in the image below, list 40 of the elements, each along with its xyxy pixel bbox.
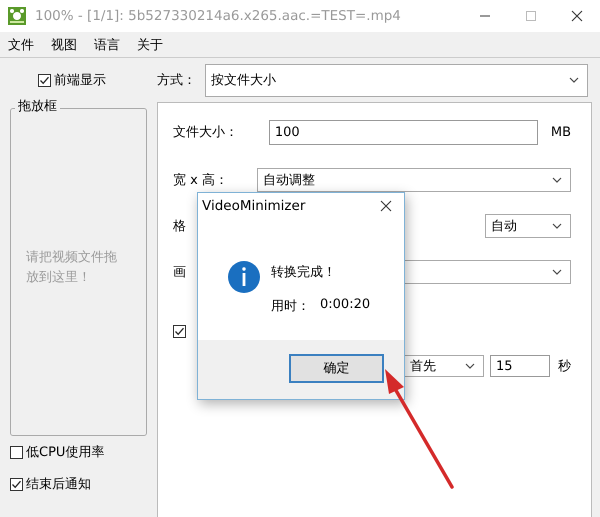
checkbox[interactable] bbox=[173, 324, 186, 338]
unit-label: 秒 bbox=[558, 358, 571, 375]
dropdown[interactable]: 自动 bbox=[485, 214, 571, 238]
close-icon[interactable] bbox=[571, 10, 583, 22]
menu-item[interactable]: 语言 bbox=[88, 36, 126, 54]
chevron-down-icon bbox=[552, 269, 562, 275]
checkbox[interactable] bbox=[10, 478, 23, 490]
checkbox[interactable] bbox=[10, 446, 23, 458]
time-label: 用时： bbox=[271, 298, 310, 315]
dropdown[interactable]: 首先 bbox=[404, 355, 484, 377]
input-field[interactable]: 100 bbox=[268, 120, 538, 144]
unit-label: MB bbox=[550, 124, 571, 140]
ok-button[interactable]: 确定 bbox=[289, 354, 384, 382]
close-icon[interactable] bbox=[380, 200, 392, 212]
dialog-message: 转换完成！ bbox=[271, 264, 337, 281]
field-label: 画 bbox=[173, 264, 186, 281]
menu-item[interactable]: 文件 bbox=[2, 36, 40, 54]
drop-hint: 请把视频文件拖放到这里！ bbox=[26, 249, 118, 287]
field-label: 方式： bbox=[157, 72, 197, 89]
dropdown[interactable]: 自动调整 bbox=[257, 168, 571, 192]
dropdown[interactable]: 按文件大小 bbox=[205, 64, 588, 96]
field-label: 宽 x 高： bbox=[173, 172, 228, 189]
chevron-down-icon bbox=[569, 77, 579, 83]
window-title: 100% - [1/1]: 5b527330214a6.x265.aac.=TEST=.mp4 bbox=[35, 8, 402, 24]
menu-item[interactable]: 关于 bbox=[131, 36, 169, 54]
checkbox-label: 低CPU使用率 bbox=[26, 444, 104, 461]
info-icon bbox=[228, 261, 260, 293]
field-label: 格 bbox=[173, 218, 186, 235]
checkbox-label: 结束后通知 bbox=[26, 476, 91, 493]
chevron-down-icon bbox=[552, 177, 562, 183]
menu-item[interactable]: 视图 bbox=[45, 36, 83, 54]
field-label: 文件大小： bbox=[173, 124, 238, 141]
chevron-down-icon bbox=[465, 363, 475, 369]
checkbox-label: 前端显示 bbox=[54, 72, 106, 89]
app-icon bbox=[8, 7, 26, 25]
time-value: 0:00:20 bbox=[320, 297, 370, 314]
input-field[interactable]: 15 bbox=[490, 355, 550, 377]
chevron-down-icon bbox=[552, 223, 562, 229]
dialog-title: VideoMinimizer bbox=[202, 198, 306, 214]
checkbox[interactable] bbox=[38, 74, 51, 86]
